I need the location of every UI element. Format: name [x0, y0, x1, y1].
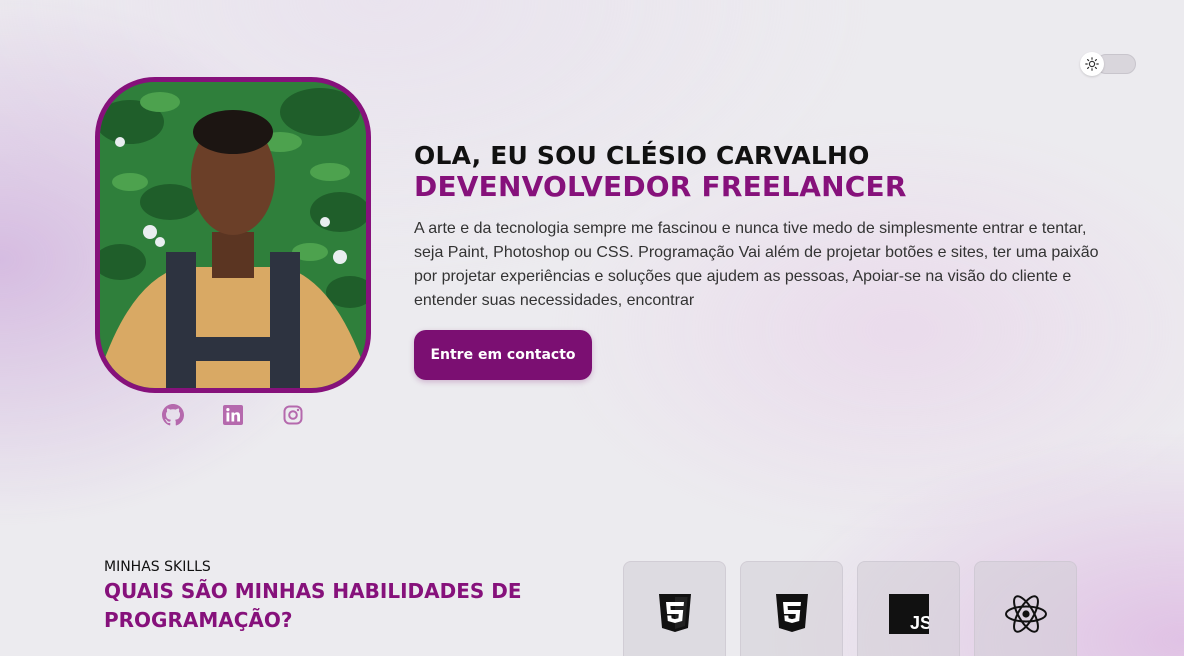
github-icon[interactable] — [162, 404, 184, 426]
skill-card-react — [974, 561, 1077, 656]
skills-kicker: MINHAS SKILLS — [104, 559, 211, 575]
instagram-icon[interactable] — [282, 404, 304, 426]
linkedin-icon[interactable] — [222, 404, 244, 426]
skill-cards: JS — [623, 561, 1077, 656]
html5-icon — [658, 594, 691, 632]
theme-toggle[interactable] — [1080, 52, 1136, 76]
svg-text:JS: JS — [910, 613, 929, 633]
css3-icon — [775, 594, 808, 632]
hero-bio: A arte e da tecnologia sempre me fascino… — [414, 220, 1099, 309]
sun-icon — [1080, 52, 1104, 76]
contact-button[interactable]: Entre em contacto — [414, 330, 592, 380]
skill-card-css — [740, 561, 843, 656]
javascript-icon: JS — [888, 594, 929, 634]
hero-greeting: OLA, EU SOU CLÉSIO CARVALHO — [414, 141, 870, 170]
skill-card-html — [623, 561, 726, 656]
profile-photo — [95, 77, 371, 393]
skill-card-js: JS — [857, 561, 960, 656]
hero-role: DEVENVOLVEDOR FREELANCER — [414, 170, 907, 203]
skills-title: QUAIS SÃO MINHAS HABILIDADES DE PROGRAMA… — [104, 579, 522, 632]
react-icon — [1004, 595, 1047, 633]
hero-text: OLA, EU SOU CLÉSIO CARVALHO DEVENVOLVEDO… — [414, 141, 1124, 313]
social-links — [162, 404, 304, 426]
